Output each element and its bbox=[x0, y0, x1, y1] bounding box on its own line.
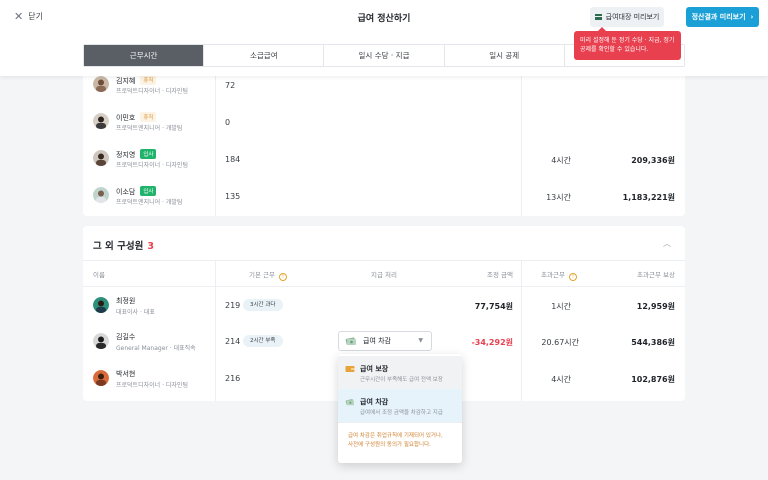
overtime-hours: 13시간 bbox=[546, 193, 571, 202]
member-name: 김길수 bbox=[116, 333, 136, 341]
chevron-right-icon: › bbox=[750, 13, 754, 21]
status-badge: 휴직 bbox=[140, 112, 157, 122]
base-hours: 72 bbox=[225, 81, 236, 90]
member-role: 프로덕트엔지니어 · 개발팀 bbox=[116, 125, 183, 132]
status-badge: 입사 bbox=[140, 149, 157, 159]
base-hours: 184 bbox=[225, 155, 241, 164]
members-card: 김지혜 휴직 프로덕트디자이너 · 디자인팀 72 이민호 휴직 프로덕트엔지니어 … bbox=[83, 66, 685, 216]
money-minus-icon bbox=[345, 336, 357, 346]
header-name: 이름 bbox=[93, 271, 105, 279]
overtime-hours: 20.67시간 bbox=[541, 338, 579, 347]
status-badge: 휴직 bbox=[140, 75, 157, 85]
member-count: 3 bbox=[147, 241, 154, 252]
member-role: 프로덕트엔지니어 · 개발팀 bbox=[116, 199, 183, 206]
ledger-icon bbox=[594, 14, 602, 20]
overtime-pay: 544,386원 bbox=[631, 338, 675, 347]
deduction-notice: 급여 차감은 취업규칙에 기재되어 있거나, 사전에 구성원의 동의가 필요합니… bbox=[338, 422, 462, 463]
avatar bbox=[93, 76, 109, 92]
base-hours: 219 bbox=[225, 301, 241, 310]
overtime-pay: 209,336원 bbox=[631, 156, 675, 165]
member-role: 프로덕트디자이너 · 디자인팀 bbox=[116, 88, 188, 95]
table-row[interactable]: 정지영 입사 프로덕트디자이너 · 디자인팀 184 4시간 209,336원 bbox=[83, 140, 685, 177]
base-hours: 0 bbox=[225, 118, 231, 127]
chevron-down-icon: ▼ bbox=[418, 337, 423, 344]
option-desc: 근무시간이 부족해도 급여 전액 보장 bbox=[360, 377, 443, 383]
pay-process-select[interactable]: 급여 차감 ▼ bbox=[338, 331, 432, 351]
select-value: 급여 차감 bbox=[363, 337, 391, 345]
preview-result-label: 정산결과 미리보기 bbox=[691, 13, 746, 21]
avatar bbox=[93, 150, 109, 166]
avatar bbox=[93, 187, 109, 203]
overtime-pay: 1,183,221원 bbox=[622, 193, 675, 202]
member-role: General Manager · 대표직속 bbox=[116, 345, 196, 352]
tab-one-time-deduction[interactable]: 일시 공제 bbox=[444, 45, 565, 66]
avatar bbox=[93, 333, 109, 349]
member-name: 박서현 bbox=[116, 370, 136, 378]
section-title: 그 외 구성원 3 bbox=[93, 241, 154, 252]
base-hours: 135 bbox=[225, 192, 241, 201]
divider bbox=[83, 260, 685, 261]
preview-ledger-button[interactable]: 급여대장 미리보기 bbox=[590, 7, 664, 27]
member-role: 프로덕트디자이너 · 디자인팀 bbox=[116, 162, 188, 169]
overtime-pay: 102,876원 bbox=[631, 375, 675, 384]
header-adjust: 조정 금액 bbox=[487, 271, 513, 279]
chevron-up-icon[interactable]: ︿ bbox=[663, 238, 671, 249]
avatar bbox=[93, 113, 109, 129]
option-pay-deduction[interactable]: 급여 차감 급여에서 조정 금액을 차감하고 지급 bbox=[338, 389, 462, 422]
header-base: 기본 근무! bbox=[249, 269, 287, 281]
status-badge: 입사 bbox=[140, 186, 157, 196]
adjust-amount: 77,754원 bbox=[474, 302, 513, 311]
overtime-pay: 12,959원 bbox=[636, 302, 675, 311]
preview-result-button[interactable]: 정산결과 미리보기 › bbox=[686, 7, 759, 27]
info-icon[interactable]: ! bbox=[568, 273, 577, 281]
avatar bbox=[93, 370, 109, 386]
money-minus-icon bbox=[345, 398, 355, 406]
table-row[interactable]: 최정원 대표이사 · 대표 219 3시간 과다 77,754원 1시간 12,… bbox=[83, 287, 685, 324]
hours-status-pill: 2시간 부족 bbox=[243, 335, 283, 347]
overtime-hours: 4시간 bbox=[551, 375, 571, 384]
notice-line2: 사전에 구성원의 동의가 필요합니다. bbox=[348, 442, 431, 448]
member-role: 프로덕트디자이너 · 디자인팀 bbox=[116, 382, 188, 389]
close-label: 닫기 bbox=[28, 12, 43, 21]
base-hours: 216 bbox=[225, 374, 241, 383]
header-pay-process: 지급 처리 bbox=[371, 271, 397, 279]
preview-ledger-label: 급여대장 미리보기 bbox=[605, 13, 660, 21]
wallet-icon bbox=[345, 365, 355, 373]
tab-one-time-allowance[interactable]: 일시 수당 · 지급 bbox=[324, 45, 445, 66]
tab-retro-pay[interactable]: 소급급여 bbox=[204, 45, 325, 66]
member-name: 이소담 입사 bbox=[116, 186, 157, 197]
close-icon: ✕ bbox=[14, 10, 24, 23]
close-button[interactable]: ✕ 닫기 bbox=[14, 11, 43, 22]
ledger-tooltip: 미리 설정해 둔 정기 수당 · 지급, 정기 공제를 확인할 수 있습니다. bbox=[574, 27, 681, 60]
tab-work-hours[interactable]: 근무시간 bbox=[84, 45, 205, 66]
option-desc: 급여에서 조정 금액을 차감하고 지급 bbox=[360, 410, 443, 416]
member-name: 정지영 입사 bbox=[116, 149, 157, 160]
member-name: 김지혜 휴직 bbox=[116, 75, 157, 86]
overtime-hours: 1시간 bbox=[551, 302, 571, 311]
option-title: 급여 보장 bbox=[360, 365, 389, 373]
header-overtime: 초과근무! bbox=[541, 269, 577, 281]
top-header: ✕ 닫기 급여 정산하기 급여대장 미리보기 정산결과 미리보기 › bbox=[0, 0, 768, 34]
adjust-amount: -34,292원 bbox=[471, 338, 513, 347]
info-icon[interactable]: ! bbox=[279, 273, 287, 281]
table-row[interactable]: 이민호 휴직 프로덕트엔지니어 · 개발팀 0 bbox=[83, 103, 685, 140]
table-row[interactable]: 이소담 입사 프로덕트엔지니어 · 개발팀 135 13시간 1,183,221원 bbox=[83, 177, 685, 214]
member-name: 최정원 bbox=[116, 297, 136, 305]
tooltip-line2: 공제를 확인할 수 있습니다. bbox=[580, 46, 649, 53]
base-hours: 214 bbox=[225, 337, 241, 346]
tooltip-line1: 미리 설정해 둔 정기 수당 · 지급, 정기 bbox=[580, 37, 675, 44]
hours-status-pill: 3시간 과다 bbox=[243, 299, 283, 311]
notice-line1: 급여 차감은 취업규칙에 기재되어 있거나, bbox=[348, 433, 443, 439]
member-name: 이민호 휴직 bbox=[116, 112, 157, 123]
pay-process-dropdown: 급여 보장 근무시간이 부족해도 급여 전액 보장 급여 차감 급여에서 조정 … bbox=[338, 354, 462, 463]
option-title: 급여 차감 bbox=[360, 398, 389, 406]
avatar bbox=[93, 297, 109, 313]
option-pay-guarantee[interactable]: 급여 보장 근무시간이 부족해도 급여 전액 보장 bbox=[338, 356, 462, 389]
member-role: 대표이사 · 대표 bbox=[116, 309, 155, 316]
overtime-hours: 4시간 bbox=[551, 156, 571, 165]
header-overtime-pay: 초과근무 보상 bbox=[637, 271, 675, 279]
